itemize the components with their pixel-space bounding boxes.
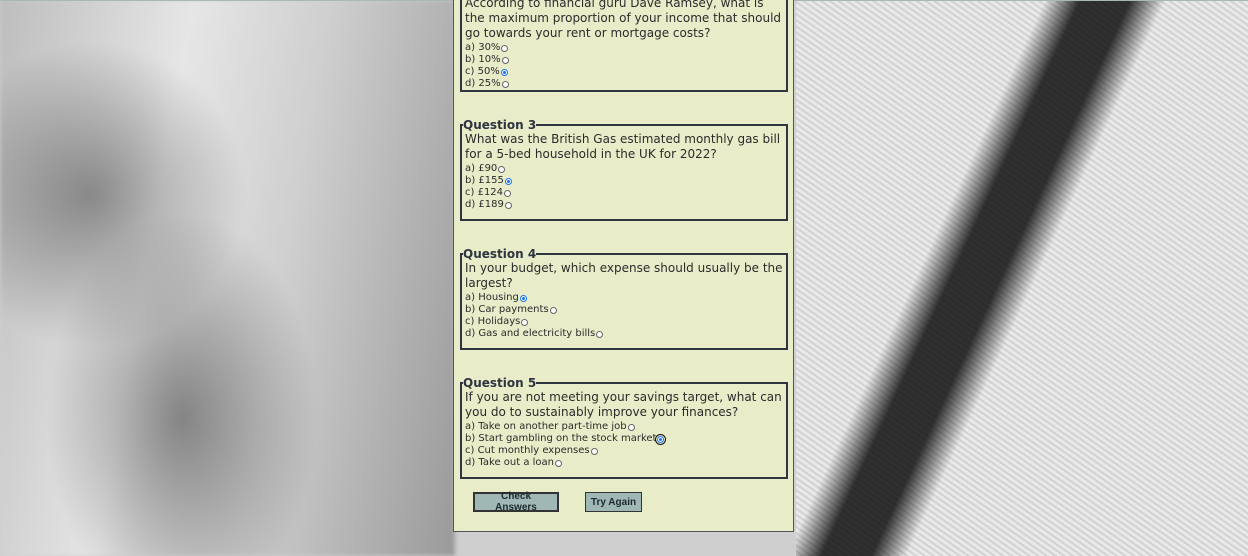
q5-radio-a[interactable] — [627, 423, 635, 431]
check-answers-button[interactable]: Check Answers — [473, 491, 559, 513]
question-4-legend: Question 4 — [463, 247, 537, 261]
q4-option-b-label: b) Car payments — [465, 304, 549, 315]
q2-radio-a[interactable] — [501, 44, 509, 52]
q4-radio-b[interactable] — [549, 306, 557, 314]
q4-option-d-label: d) Gas and electricity bills — [465, 328, 596, 339]
q5-option-c-label: c) Cut monthly expenses — [465, 445, 590, 456]
q5-radio-d[interactable] — [555, 459, 562, 467]
background-blur-left — [0, 0, 455, 556]
q5-option-b[interactable]: b) Start gambling on the stock market — [465, 433, 783, 445]
q3-option-a[interactable]: a) £90 — [465, 163, 783, 175]
question-3-text: What was the British Gas estimated month… — [465, 132, 781, 161]
q3-option-d-label: d) £189 — [465, 199, 504, 210]
q4-option-c[interactable]: c) Holidays — [465, 316, 783, 328]
q3-option-c-label: c) £124 — [465, 187, 504, 198]
q5-option-c[interactable]: c) Cut monthly expenses — [465, 445, 783, 457]
q2-option-d-label: d) 25% — [465, 78, 501, 89]
q3-option-a-label: a) £90 — [465, 163, 498, 174]
q5-radio-b[interactable] — [655, 433, 667, 445]
q3-option-d[interactable]: d) £189 — [465, 199, 783, 211]
q3-radio-b[interactable] — [504, 177, 512, 185]
q2-option-b-label: b) 10% — [465, 54, 501, 65]
q5-option-a-label: a) Take on another part-time job — [465, 421, 627, 432]
q5-option-a[interactable]: a) Take on another part-time job — [465, 421, 783, 433]
q2-radio-b[interactable] — [501, 56, 509, 64]
question-3-legend: Question 3 — [463, 118, 537, 132]
question-5-fieldset: Question 5 If you are not meeting your s… — [460, 376, 788, 479]
q2-radio-d[interactable] — [501, 80, 509, 88]
question-4-text: In your budget, which expense should usu… — [465, 261, 783, 290]
quiz-panel: According to financial guru Dave Ramsey,… — [453, 0, 794, 532]
q3-radio-a[interactable] — [498, 165, 506, 173]
q3-option-c[interactable]: c) £124 — [465, 187, 783, 199]
q2-option-d[interactable]: d) 25% — [465, 78, 783, 90]
q5-option-b-label: b) Start gambling on the stock market — [465, 433, 657, 444]
try-again-button[interactable]: Try Again — [585, 492, 642, 512]
q3-radio-d[interactable] — [504, 201, 512, 209]
q5-option-d-label: d) Take out a loan — [465, 457, 554, 468]
question-2-text: According to financial guru Dave Ramsey,… — [465, 0, 783, 41]
q5-option-d[interactable]: d) Take out a loan — [465, 457, 783, 469]
q2-option-c[interactable]: c) 50% — [465, 66, 783, 78]
question-5-text: If you are not meeting your savings targ… — [465, 390, 782, 419]
question-2-fieldset: According to financial guru Dave Ramsey,… — [460, 0, 788, 92]
q2-option-a-label: a) 30% — [465, 42, 501, 53]
q3-option-b[interactable]: b) £155 — [465, 175, 783, 187]
q3-option-b-label: b) £155 — [465, 175, 504, 186]
q4-option-a[interactable]: a) Housing — [465, 292, 783, 304]
q4-radio-a[interactable] — [519, 294, 527, 302]
q2-option-b[interactable]: b) 10% — [465, 54, 783, 66]
q4-option-b[interactable]: b) Car payments — [465, 304, 783, 316]
background-dark-band — [796, 0, 1248, 556]
q4-option-a-label: a) Housing — [465, 292, 519, 303]
q2-option-c-label: c) 50% — [465, 66, 500, 77]
q4-option-c-label: c) Holidays — [465, 316, 521, 327]
q4-radio-c[interactable] — [521, 318, 529, 326]
question-5-legend: Question 5 — [463, 376, 537, 390]
q5-radio-c[interactable] — [590, 447, 598, 455]
q3-radio-c[interactable] — [504, 189, 512, 197]
q2-option-a[interactable]: a) 30% — [465, 42, 783, 54]
q4-option-d[interactable]: d) Gas and electricity bills — [465, 328, 783, 340]
question-4-fieldset: Question 4 In your budget, which expense… — [460, 247, 788, 350]
q2-radio-c[interactable] — [500, 68, 508, 76]
question-2-text-rest: maximum proportion of your income that s… — [465, 11, 782, 40]
q4-radio-d[interactable] — [596, 330, 604, 338]
question-3-fieldset: Question 3 What was the British Gas esti… — [460, 118, 788, 221]
